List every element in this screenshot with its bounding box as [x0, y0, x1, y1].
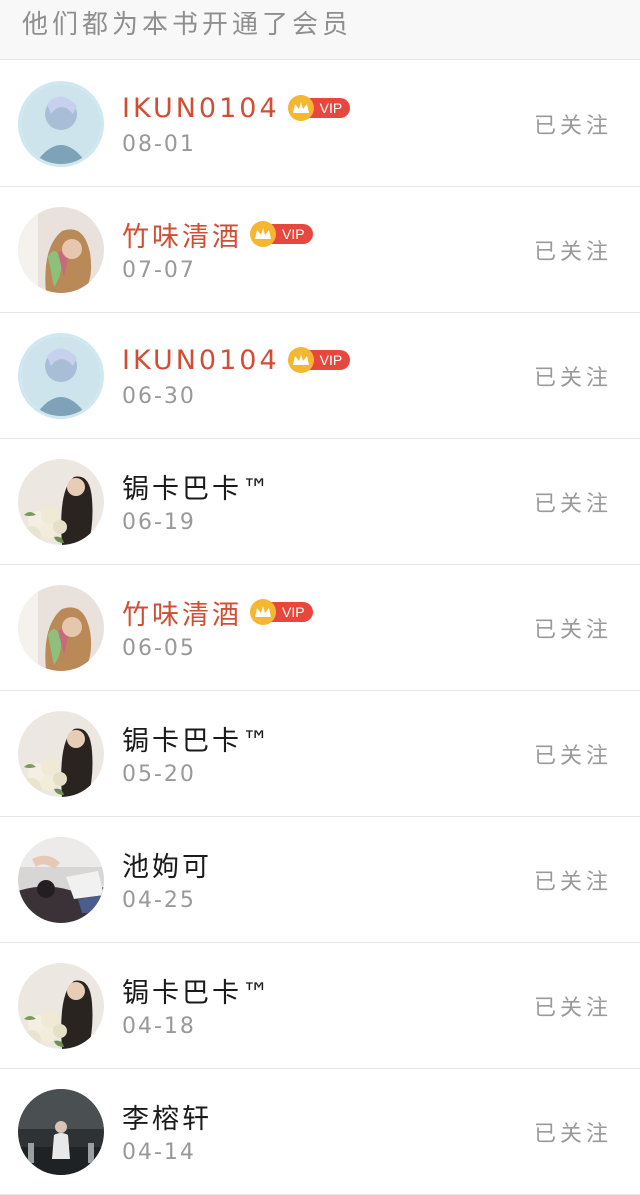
- avatar[interactable]: [18, 836, 104, 923]
- list-item[interactable]: 李榕轩 04-14 已关注: [0, 1069, 640, 1195]
- follow-status-button[interactable]: 已关注: [534, 234, 612, 266]
- name-line: IKUN0104 VIP: [122, 342, 351, 378]
- vip-badge: VIP: [287, 95, 351, 121]
- avatar[interactable]: [18, 962, 104, 1049]
- vip-badge: VIP: [287, 347, 351, 373]
- avatar-image: [18, 206, 104, 293]
- crown-icon: [250, 221, 276, 247]
- crown-icon: [250, 599, 276, 625]
- header: 他们都为本书开通了会员: [0, 0, 640, 60]
- list-item[interactable]: 锔卡巴卡™ 04-18 已关注: [0, 943, 640, 1069]
- join-date: 06-30: [122, 384, 196, 409]
- avatar[interactable]: [18, 332, 104, 419]
- member-name[interactable]: 锔卡巴卡™: [122, 971, 272, 1010]
- avatar[interactable]: [18, 710, 104, 797]
- follow-status-button[interactable]: 已关注: [534, 1116, 612, 1148]
- follow-status-button[interactable]: 已关注: [534, 360, 612, 392]
- join-date: 06-05: [122, 636, 196, 661]
- member-name[interactable]: 李榕轩: [122, 1097, 212, 1136]
- name-line: 竹味清酒 VIP: [122, 593, 313, 632]
- follow-status-button[interactable]: 已关注: [534, 108, 612, 140]
- member-info: 池姁可 04-25: [122, 845, 212, 914]
- member-list: IKUN0104 VIP 08-01 已关注 竹味清酒 VIP 07-07 已关…: [0, 61, 640, 1195]
- follow-status-button[interactable]: 已关注: [534, 738, 612, 770]
- avatar-image: [18, 584, 104, 671]
- join-date: 04-25: [122, 888, 196, 913]
- join-date: 06-19: [122, 510, 196, 535]
- list-item[interactable]: IKUN0104 VIP 08-01 已关注: [0, 61, 640, 187]
- follow-status-button[interactable]: 已关注: [534, 990, 612, 1022]
- member-info: 竹味清酒 VIP 06-05: [122, 594, 313, 661]
- member-name[interactable]: 竹味清酒: [122, 215, 242, 254]
- avatar-image: [18, 1088, 104, 1175]
- member-info: 竹味清酒 VIP 07-07: [122, 216, 313, 283]
- member-info: 锔卡巴卡™ 04-18: [122, 971, 272, 1040]
- avatar-image: [21, 335, 101, 416]
- crown-icon: [287, 347, 314, 373]
- avatar-image: [18, 836, 104, 923]
- member-info: 锔卡巴卡™ 05-20: [122, 719, 272, 788]
- join-date: 07-07: [122, 258, 196, 283]
- avatar-image: [18, 710, 104, 797]
- member-list-page: 他们都为本书开通了会员 IKUN0104 VIP 08-01 已关注 竹味清酒 …: [0, 0, 640, 1195]
- list-item[interactable]: 锔卡巴卡™ 06-19 已关注: [0, 439, 640, 565]
- avatar[interactable]: [18, 80, 104, 167]
- vip-badge: VIP: [250, 599, 313, 625]
- vip-badge: VIP: [250, 221, 313, 247]
- name-line: 李榕轩: [122, 1097, 212, 1136]
- follow-status-button[interactable]: 已关注: [534, 486, 612, 518]
- crown-icon: [287, 95, 314, 121]
- member-info: 锔卡巴卡™ 06-19: [122, 467, 272, 536]
- page-title: 他们都为本书开通了会员: [22, 10, 353, 40]
- member-name[interactable]: IKUN0104: [122, 345, 280, 376]
- join-date: 04-14: [122, 1140, 196, 1165]
- avatar[interactable]: [18, 206, 104, 293]
- join-date: 08-01: [122, 132, 196, 157]
- list-item[interactable]: 竹味清酒 VIP 07-07 已关注: [0, 187, 640, 313]
- member-name[interactable]: 池姁可: [122, 845, 212, 884]
- member-info: 李榕轩 04-14: [122, 1097, 212, 1166]
- list-item[interactable]: 锔卡巴卡™ 05-20 已关注: [0, 691, 640, 817]
- avatar-image: [21, 83, 101, 164]
- follow-status-button[interactable]: 已关注: [534, 612, 612, 644]
- member-info: IKUN0104 VIP 06-30: [122, 342, 351, 409]
- member-name[interactable]: 竹味清酒: [122, 593, 242, 632]
- member-name[interactable]: 锔卡巴卡™: [122, 719, 272, 758]
- name-line: 竹味清酒 VIP: [122, 215, 313, 254]
- avatar-image: [18, 458, 104, 545]
- follow-status-button[interactable]: 已关注: [534, 864, 612, 896]
- join-date: 05-20: [122, 762, 196, 787]
- list-item[interactable]: IKUN0104 VIP 06-30 已关注: [0, 313, 640, 439]
- avatar[interactable]: [18, 458, 104, 545]
- avatar-image: [18, 962, 104, 1049]
- list-item[interactable]: 池姁可 04-25 已关注: [0, 817, 640, 943]
- name-line: 锔卡巴卡™: [122, 719, 272, 758]
- join-date: 04-18: [122, 1014, 196, 1039]
- name-line: 锔卡巴卡™: [122, 971, 272, 1010]
- member-name[interactable]: 锔卡巴卡™: [122, 467, 272, 506]
- avatar[interactable]: [18, 1088, 104, 1175]
- name-line: IKUN0104 VIP: [122, 90, 351, 126]
- member-info: IKUN0104 VIP 08-01: [122, 90, 351, 157]
- avatar[interactable]: [18, 584, 104, 671]
- name-line: 锔卡巴卡™: [122, 467, 272, 506]
- name-line: 池姁可: [122, 845, 212, 884]
- list-item[interactable]: 竹味清酒 VIP 06-05 已关注: [0, 565, 640, 691]
- member-name[interactable]: IKUN0104: [122, 93, 280, 124]
